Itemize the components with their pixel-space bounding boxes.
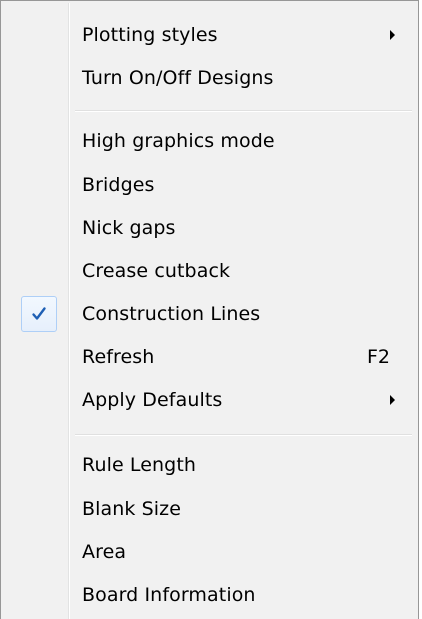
menu-item-turn-on-off-designs[interactable]: Turn On/Off Designs	[4, 56, 415, 100]
menu-item-label: Bridges	[82, 174, 155, 196]
menu-item-label: Crease cutback	[82, 260, 231, 282]
menu-item-label: Construction Lines	[82, 303, 261, 325]
menu-item-plotting-styles[interactable]: Plotting styles	[4, 13, 415, 57]
submenu-arrow-icon	[390, 30, 395, 40]
menu-item-refresh[interactable]: Refresh F2	[4, 335, 415, 379]
menu-item-apply-defaults[interactable]: Apply Defaults	[4, 378, 415, 422]
menu-item-rule-length[interactable]: Rule Length	[4, 443, 415, 487]
checkmark-frame	[21, 296, 57, 332]
menu-item-label: Refresh	[82, 346, 155, 368]
context-menu: Plotting styles Turn On/Off Designs High…	[0, 0, 419, 619]
menu-item-area[interactable]: Area	[4, 530, 415, 574]
menu-item-high-graphics-mode[interactable]: High graphics mode	[4, 119, 415, 163]
submenu-arrow-icon	[390, 395, 395, 405]
menu-item-label: Plotting styles	[82, 24, 218, 46]
menu-item-board-information[interactable]: Board Information	[4, 573, 415, 617]
menu-separator	[75, 110, 412, 112]
menu-item-label: Nick gaps	[82, 217, 176, 239]
menu-item-nick-gaps[interactable]: Nick gaps	[4, 206, 415, 250]
menu-item-blank-size[interactable]: Blank Size	[4, 487, 415, 531]
menu-item-shortcut: F2	[366, 346, 390, 368]
menu-item-label: Rule Length	[82, 454, 197, 476]
menu-item-construction-lines[interactable]: Construction Lines	[4, 292, 415, 336]
menu-item-label: Board Information	[82, 584, 256, 606]
menu-item-label: Area	[82, 541, 127, 563]
menu-item-label: Apply Defaults	[82, 389, 223, 411]
checkmark-icon	[32, 307, 46, 320]
menu-item-label: Blank Size	[82, 498, 182, 520]
menu-item-bridges[interactable]: Bridges	[4, 163, 415, 207]
menu-item-crease-cutback[interactable]: Crease cutback	[4, 249, 415, 293]
menu-item-label: High graphics mode	[82, 130, 275, 152]
menu-item-label: Turn On/Off Designs	[82, 67, 274, 89]
menu-separator	[75, 434, 412, 436]
